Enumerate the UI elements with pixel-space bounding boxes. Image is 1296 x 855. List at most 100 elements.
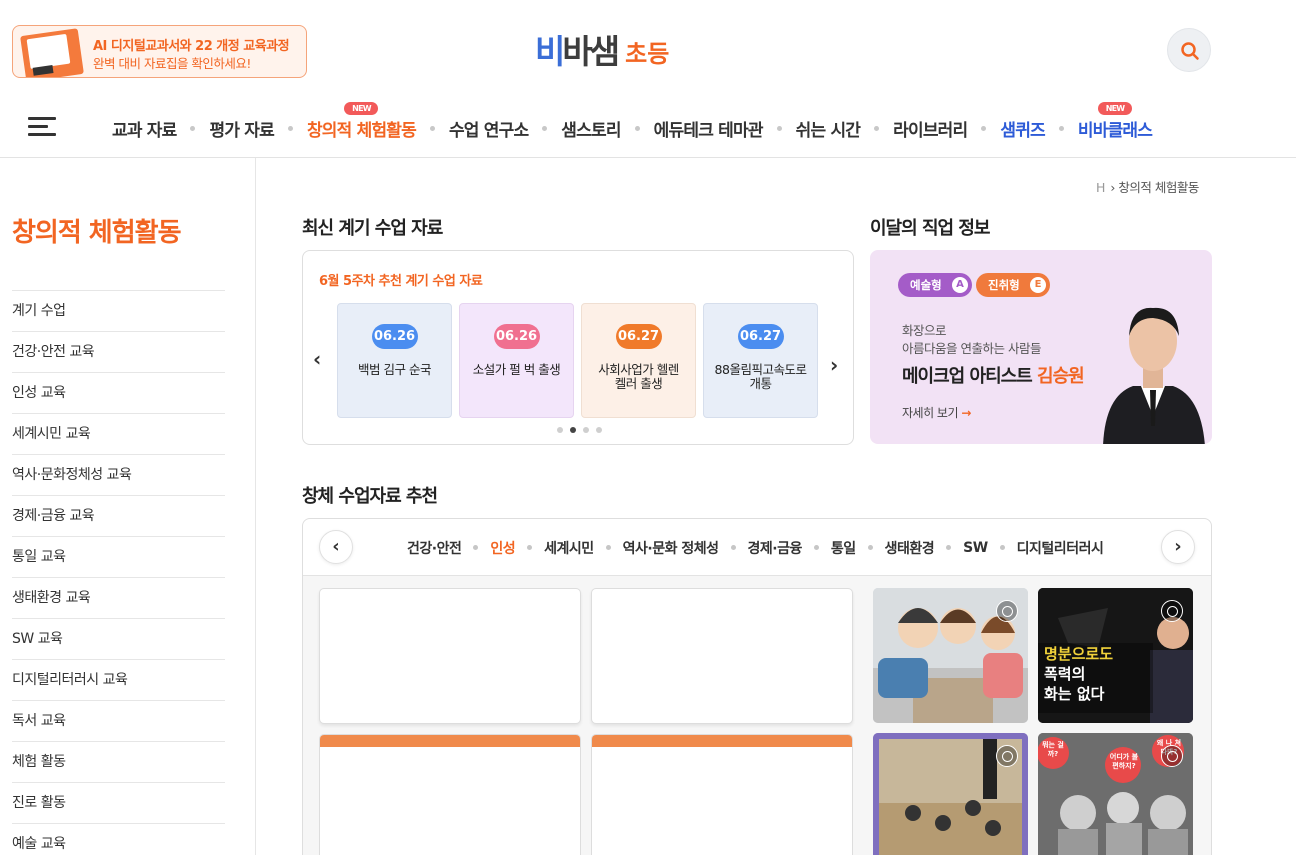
sidebar-title: 창의적 체험활동 bbox=[12, 218, 181, 248]
sidebar-item[interactable]: 경제·금융 교육 bbox=[12, 495, 225, 536]
sidebar-item[interactable]: 진로 활동 bbox=[12, 782, 225, 823]
sidebar-item[interactable]: 계기 수업 bbox=[12, 290, 225, 331]
video-thumbnail[interactable]: 명분으로도 폭력의 화는 없다 bbox=[1038, 588, 1193, 723]
lesson-card[interactable]: 06.27 사회사업가 헬렌 켈러 출생 bbox=[581, 303, 696, 418]
tabs-prev-button[interactable]: ‹ bbox=[319, 530, 353, 564]
lesson-card-title: 사회사업가 헬렌 켈러 출생 bbox=[598, 362, 679, 391]
tab-economy[interactable]: 경제·금융 bbox=[748, 538, 803, 558]
promo-banner-title: AI 디지털교과서와 22 개정 교육과정 bbox=[93, 39, 290, 54]
new-badge: NEW bbox=[344, 101, 379, 115]
sidebar-item[interactable]: 세계시민 교육 bbox=[12, 413, 225, 454]
sidebar-divider bbox=[255, 158, 256, 855]
video-icon bbox=[996, 600, 1018, 622]
tab-history[interactable]: 역사·문화 정체성 bbox=[623, 538, 719, 558]
job-section-title: 이달의 직업 정보 bbox=[870, 218, 990, 239]
sidebar-item[interactable]: 역사·문화정체성 교육 bbox=[12, 454, 225, 495]
nav-item-samquiz[interactable]: 샘퀴즈 bbox=[1000, 116, 1045, 141]
sidebar-item[interactable]: 디지털리터러시 교육 bbox=[12, 659, 225, 700]
material-card[interactable] bbox=[319, 588, 581, 724]
sidebar-item[interactable]: 통일 교육 bbox=[12, 536, 225, 577]
search-button[interactable] bbox=[1167, 28, 1211, 72]
nav-item-assessment[interactable]: 평가 자료 bbox=[209, 116, 274, 141]
lesson-card-title: 소설가 펄 벅 출생 bbox=[472, 362, 561, 377]
material-card[interactable] bbox=[591, 588, 853, 724]
sidebar-item[interactable]: 건강·안전 교육 bbox=[12, 331, 225, 372]
nav-item-edutech[interactable]: 에듀테크 테마관 bbox=[654, 116, 764, 141]
chevron-right-icon: › bbox=[1174, 536, 1182, 557]
lesson-card[interactable]: 06.26 소설가 펄 벅 출생 bbox=[459, 303, 574, 418]
promo-banner-subtitle: 완벽 대비 자료집을 확인하세요! bbox=[93, 56, 251, 71]
tab-health[interactable]: 건강·안전 bbox=[407, 538, 462, 558]
latest-section-title: 최신 계기 수업 자료 bbox=[302, 218, 443, 239]
job-tag-artistic: 예술형 A bbox=[898, 273, 972, 297]
carousel-pagination bbox=[557, 427, 602, 433]
sidebar-menu: 계기 수업 건강·안전 교육 인성 교육 세계시민 교육 역사·문화정체성 교육… bbox=[12, 290, 225, 855]
nav-item-creative[interactable]: NEW 창의적 체험활동 bbox=[307, 101, 417, 141]
nav-item-vivaclass[interactable]: NEW 비바클래스 bbox=[1078, 101, 1153, 141]
speech-bubble: 뭐는 걸까? bbox=[1042, 741, 1064, 758]
nav-item-subject[interactable]: 교과 자료 bbox=[112, 116, 177, 141]
tab-character[interactable]: 인성 bbox=[490, 538, 515, 558]
week-heading: 6월 5주차 추천 계기 수업 자료 bbox=[319, 274, 483, 289]
date-badge: 06.27 bbox=[737, 324, 784, 349]
sidebar-item[interactable]: SW 교육 bbox=[12, 618, 225, 659]
video-icon bbox=[996, 745, 1018, 767]
recommend-panel: ‹ 건강·안전 인성 세계시민 역사·문화 정체성 경제·금융 통일 생태환경 … bbox=[302, 518, 1212, 855]
sidebar-item[interactable]: 생태환경 교육 bbox=[12, 577, 225, 618]
lesson-card[interactable]: 06.26 백범 김구 순국 bbox=[337, 303, 452, 418]
nav-item-lab[interactable]: 수업 연구소 bbox=[449, 116, 529, 141]
home-icon[interactable]: H bbox=[1096, 180, 1105, 195]
tab-sw[interactable]: SW bbox=[963, 540, 988, 556]
nav-item-break[interactable]: 쉬는 시간 bbox=[796, 116, 861, 141]
tab-ecology[interactable]: 생태환경 bbox=[885, 538, 935, 558]
video-thumbnail[interactable] bbox=[873, 588, 1028, 723]
date-badge: 06.26 bbox=[493, 324, 540, 349]
material-grid: 명분으로도 폭력의 화는 없다 어디가 불편하지? 왜 나 쳐다봐? 뭐는 걸까… bbox=[303, 576, 1211, 855]
nav-item-library[interactable]: 라이브러리 bbox=[893, 116, 968, 141]
logo-subtitle: 초등 bbox=[625, 40, 670, 68]
lesson-card[interactable]: 06.27 88올림픽고속도로 개통 bbox=[703, 303, 818, 418]
speech-bubble: 어디가 불편하지? bbox=[1109, 753, 1139, 770]
next-arrow-icon[interactable]: › bbox=[830, 353, 838, 377]
material-card[interactable] bbox=[319, 734, 581, 855]
job-description: 화장으로 아름다움을 연출하는 사람들 bbox=[902, 323, 1041, 356]
search-icon bbox=[1181, 42, 1199, 60]
material-card[interactable] bbox=[591, 734, 853, 855]
job-name: 메이크업 아티스트 김승원 bbox=[902, 366, 1085, 387]
job-more-link[interactable]: 자세히 보기 → bbox=[902, 404, 971, 421]
category-tabs: ‹ 건강·안전 인성 세계시민 역사·문화 정체성 경제·금융 통일 생태환경 … bbox=[303, 519, 1211, 576]
book-image bbox=[20, 28, 84, 77]
sidebar-item[interactable]: 독서 교육 bbox=[12, 700, 225, 741]
recommend-section-title: 창체 수업자료 추천 bbox=[302, 486, 438, 507]
person-photo bbox=[1103, 307, 1205, 444]
tab-list: 건강·안전 인성 세계시민 역사·문화 정체성 경제·금융 통일 생태환경 SW… bbox=[407, 519, 1109, 576]
prev-arrow-icon[interactable]: ‹ bbox=[313, 347, 321, 371]
tab-global[interactable]: 세계시민 bbox=[544, 538, 594, 558]
breadcrumb-current[interactable]: 창의적 체험활동 bbox=[1118, 180, 1199, 195]
video-thumbnail[interactable]: 어디가 불편하지? 왜 나 쳐다봐? 뭐는 걸까? bbox=[1038, 733, 1193, 855]
date-badge: 06.26 bbox=[371, 324, 418, 349]
job-tag-enterprising: 진취형 E bbox=[976, 273, 1050, 297]
header-divider bbox=[0, 157, 1296, 158]
promo-banner[interactable]: AI 디지털교과서와 22 개정 교육과정 완벽 대비 자료집을 확인하세요! bbox=[12, 25, 307, 78]
lesson-card-title: 88올림픽고속도로 개통 bbox=[714, 362, 807, 391]
nav-item-samstory[interactable]: 샘스토리 bbox=[561, 116, 621, 141]
tab-digital[interactable]: 디지털리터러시 bbox=[1017, 538, 1104, 558]
sidebar-item[interactable]: 예술 교육 bbox=[12, 823, 225, 855]
tabs-next-button[interactable]: › bbox=[1161, 530, 1195, 564]
tab-unification[interactable]: 통일 bbox=[831, 538, 856, 558]
site-logo[interactable]: 비바샘 초등 bbox=[535, 26, 669, 74]
sidebar-item[interactable]: 인성 교육 bbox=[12, 372, 225, 413]
chevron-left-icon: ‹ bbox=[332, 536, 340, 557]
date-badge: 06.27 bbox=[615, 324, 662, 349]
sidebar-item[interactable]: 체험 활동 bbox=[12, 741, 225, 782]
video-icon bbox=[1161, 745, 1183, 767]
arrow-right-icon: → bbox=[961, 406, 971, 420]
job-info-card[interactable]: 예술형 A 진취형 E 화장으로 아름다움을 연출하는 사람들 메이크업 아티스트 김… bbox=[870, 250, 1212, 444]
video-icon bbox=[1161, 600, 1183, 622]
new-badge: NEW bbox=[1097, 101, 1132, 115]
lesson-card-title: 백범 김구 순국 bbox=[358, 362, 431, 377]
latest-lesson-panel: 6월 5주차 추천 계기 수업 자료 ‹ 06.26 백범 김구 순국 06.2… bbox=[302, 250, 854, 445]
video-thumbnail[interactable] bbox=[873, 733, 1028, 855]
hamburger-menu-icon[interactable] bbox=[28, 117, 58, 137]
